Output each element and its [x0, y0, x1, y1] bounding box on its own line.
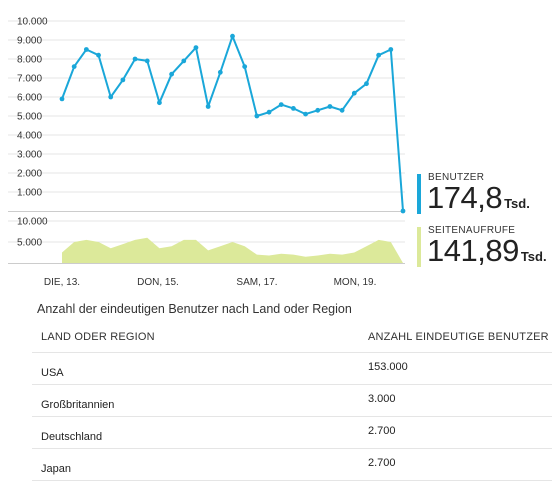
data-point	[315, 107, 321, 113]
users-legend[interactable]: BENUTZER 174,8 Tsd.	[417, 172, 557, 216]
table-row[interactable]: Deutschland 2.700	[32, 417, 552, 449]
y-tick-label: 3.000	[17, 150, 42, 161]
x-tick-label: SAM, 17.	[236, 277, 277, 288]
main-chart-y-axis: 1.000 2.000 3.000 4.000 5.000 6.000 7.000 8.000…	[17, 17, 48, 199]
analytics-tile: 1.000 2.000 3.000 4.000 5.000 6.000 7.000 8.000…	[0, 0, 557, 484]
table-row[interactable]: Japan 2.700	[32, 449, 552, 481]
users-total-unit: Tsd.	[504, 196, 530, 211]
column-header-country[interactable]: LAND ODER REGION	[41, 331, 155, 343]
data-point	[230, 33, 235, 39]
y-tick-label: 10.000	[17, 17, 48, 28]
data-point	[181, 58, 187, 64]
data-point	[290, 106, 296, 111]
users-total-value: 174,8 Tsd.	[427, 181, 530, 221]
y-tick-label: 5.000	[17, 238, 42, 249]
data-point	[303, 111, 308, 117]
data-point	[157, 100, 162, 106]
y-tick-label: 9.000	[17, 36, 42, 47]
data-point	[169, 71, 175, 77]
country-cell: Großbritannien	[41, 399, 115, 411]
data-point	[108, 94, 114, 100]
x-tick-label: MON, 19.	[334, 277, 377, 288]
users-cell: 2.700	[368, 425, 396, 437]
country-cell: Deutschland	[41, 431, 103, 443]
users-cell: 153.000	[368, 361, 408, 373]
data-point	[193, 45, 199, 50]
data-point	[217, 69, 223, 75]
x-tick-label: DIE, 13.	[44, 277, 80, 288]
data-point	[242, 64, 248, 69]
y-tick-label: 5.000	[17, 112, 42, 123]
users-legend-swatch	[417, 174, 421, 214]
data-point	[254, 113, 260, 119]
views-total-value: 141,89 Tsd.	[427, 234, 547, 274]
table-header-row: LAND ODER REGION ANZAHL EINDEUTIGE BENUT…	[32, 322, 552, 353]
data-point	[351, 90, 357, 96]
users-cell: 3.000	[368, 393, 396, 405]
main-chart-grid	[8, 20, 405, 212]
data-point	[144, 58, 150, 64]
data-point	[339, 107, 345, 113]
users-line	[61, 35, 404, 212]
data-point	[71, 64, 77, 69]
data-point	[83, 47, 89, 52]
views-legend-swatch	[417, 227, 421, 267]
column-header-users[interactable]: ANZAHL EINDEUTIGE BENUTZER	[368, 331, 549, 343]
table-row[interactable]: Großbritannien 3.000	[32, 385, 552, 417]
y-tick-label: 8.000	[17, 55, 42, 66]
data-point	[96, 52, 101, 58]
y-tick-label: 1.000	[17, 188, 42, 199]
mini-chart-y-axis: 5.000 10.000	[17, 217, 48, 249]
views-legend[interactable]: SEITENAUFRUFE 141,89 Tsd.	[417, 225, 557, 269]
country-table: LAND ODER REGION ANZAHL EINDEUTIGE BENUT…	[32, 322, 552, 481]
data-point	[376, 52, 382, 58]
data-point	[400, 208, 406, 214]
data-point	[59, 96, 65, 102]
y-tick-label: 6.000	[17, 93, 42, 104]
table-row[interactable]: USA 153.000	[32, 353, 552, 385]
data-point	[388, 47, 394, 52]
views-total-unit: Tsd.	[520, 249, 547, 264]
users-line-series	[59, 33, 406, 214]
y-tick-label: 10.000	[17, 217, 48, 228]
data-point	[327, 104, 333, 109]
data-point	[205, 104, 211, 109]
data-point	[132, 56, 138, 62]
table-title: Anzahl der eindeutigen Benutzer nach Lan…	[37, 302, 352, 316]
users-total-number: 174,8	[427, 180, 503, 215]
data-point	[278, 102, 284, 107]
y-tick-label: 7.000	[17, 74, 42, 85]
data-point	[364, 81, 369, 87]
data-point	[266, 109, 272, 115]
x-tick-label: DON, 15.	[137, 277, 179, 288]
y-tick-label: 4.000	[17, 131, 42, 142]
country-cell: Japan	[41, 463, 71, 475]
data-point	[120, 77, 126, 83]
y-tick-label: 2.000	[17, 169, 42, 180]
views-total-number: 141,89	[427, 233, 519, 268]
users-cell: 2.700	[368, 457, 396, 469]
x-axis: DIE, 13. DON, 15. SAM, 17. MON, 19.	[44, 277, 376, 288]
country-cell: USA	[41, 367, 64, 379]
